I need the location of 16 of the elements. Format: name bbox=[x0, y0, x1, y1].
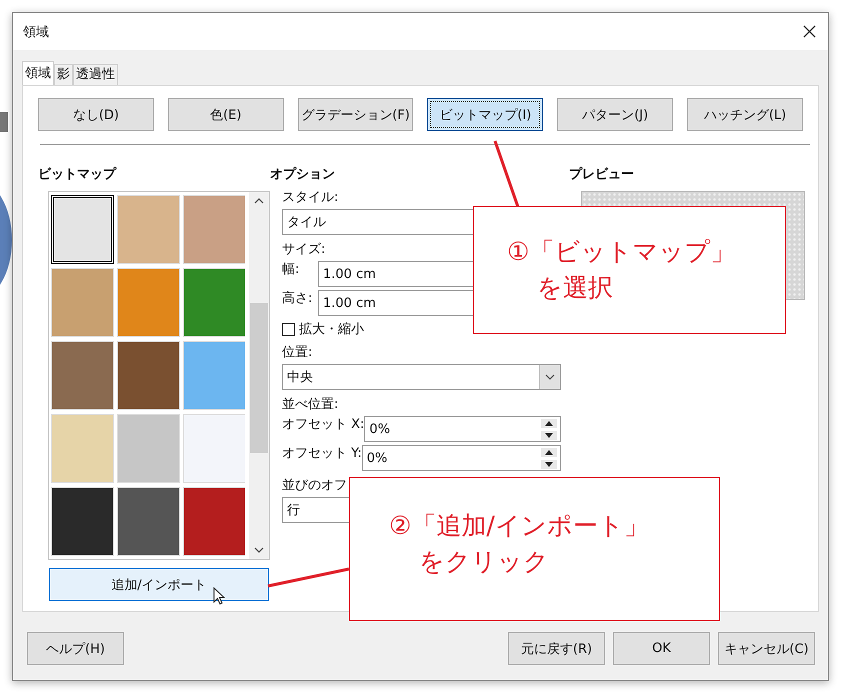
field-label: オフセット Y: bbox=[282, 445, 362, 462]
field-label: オフセット X: bbox=[282, 416, 364, 433]
checkbox-label: 拡大・縮小 bbox=[299, 321, 364, 338]
field-label: 幅: bbox=[282, 261, 300, 278]
callout-text: ②「追加/インポート」 bbox=[389, 510, 649, 542]
field-label: 並べ位置: bbox=[282, 396, 338, 413]
field-label: サイズ: bbox=[282, 241, 326, 258]
field-label: 並びのオフ bbox=[282, 477, 347, 494]
field-label: 位置: bbox=[282, 344, 312, 361]
window-title: 領域 bbox=[23, 24, 49, 40]
field-label: 高さ: bbox=[282, 290, 312, 307]
section-heading: オプション bbox=[270, 166, 336, 183]
field-label: スタイル: bbox=[282, 189, 338, 206]
callout-text: をクリック bbox=[419, 546, 549, 578]
section-heading: ビットマップ bbox=[38, 166, 118, 183]
section-heading: プレビュー bbox=[569, 166, 635, 183]
